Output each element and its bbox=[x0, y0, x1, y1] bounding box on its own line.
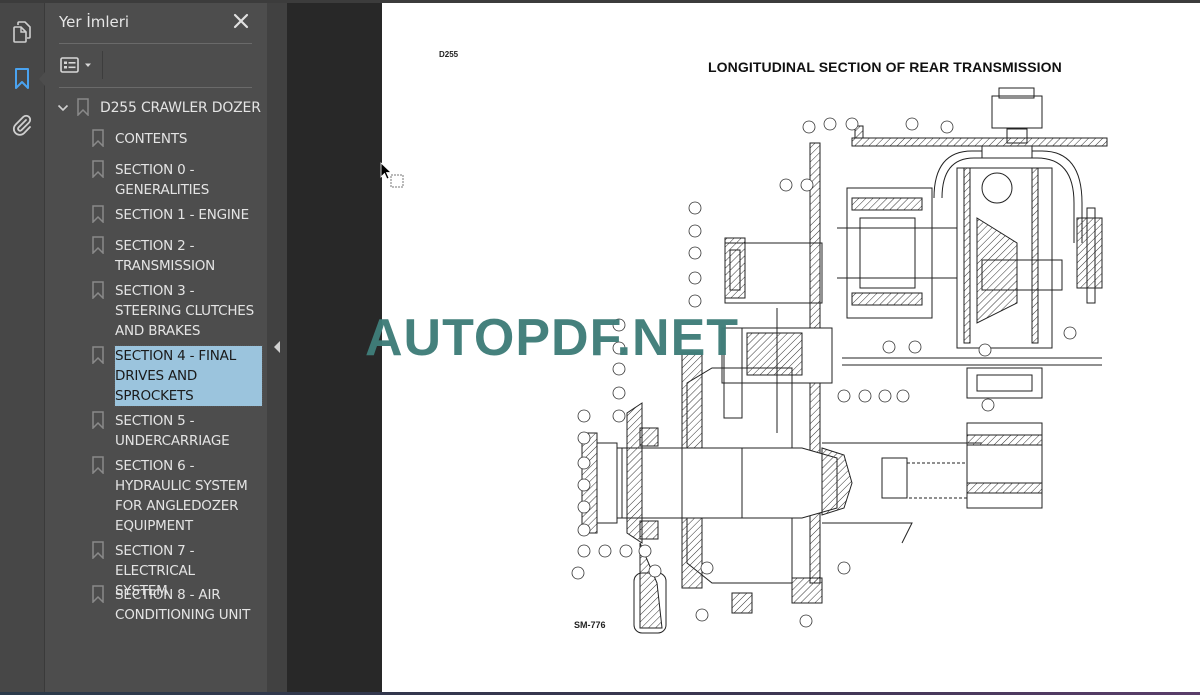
bookmark-label: D255 CRAWLER DOZER bbox=[100, 100, 261, 116]
bookmark-item-section-1[interactable]: SECTION 1 - ENGINE bbox=[91, 205, 263, 225]
panel-title: Yer İmleri bbox=[59, 13, 130, 31]
bookmark-label: SECTION 5 - UNDERCARRIAGE bbox=[115, 413, 230, 449]
bookmark-icon bbox=[92, 585, 104, 603]
figure-id: SM-776 bbox=[574, 620, 606, 630]
bookmark-icon bbox=[92, 236, 104, 254]
bookmark-label: SECTION 6 - HYDRAULIC SYSTEM FOR ANGLEDO… bbox=[115, 458, 248, 534]
bookmark-label: SECTION 8 - AIR CONDITIONING UNIT bbox=[115, 587, 251, 623]
close-icon bbox=[233, 13, 249, 29]
attachments-button[interactable] bbox=[8, 111, 36, 139]
bookmark-item-section-2[interactable]: SECTION 2 - TRANSMISSION bbox=[91, 236, 215, 276]
bookmark-item-contents[interactable]: CONTENTS bbox=[91, 129, 263, 149]
panel-divider bbox=[59, 87, 252, 88]
chevron-down-icon bbox=[85, 63, 91, 67]
bookmark-label: SECTION 1 - ENGINE bbox=[115, 207, 249, 223]
bookmark-icon bbox=[92, 160, 104, 178]
bookmark-root[interactable]: D255 CRAWLER DOZER bbox=[56, 98, 261, 118]
pages-icon bbox=[13, 21, 31, 43]
toolbar-separator bbox=[102, 51, 103, 79]
bookmark-label: SECTION 0 - GENERALITIES bbox=[115, 162, 210, 198]
page-thumbnails-button[interactable] bbox=[8, 18, 36, 46]
collapse-panel-arrow-icon[interactable] bbox=[274, 341, 280, 353]
mouse-pointer-icon bbox=[380, 162, 393, 180]
bookmark-item-section-8[interactable]: SECTION 8 - AIR CONDITIONING UNIT bbox=[91, 585, 263, 625]
panel-splitter[interactable] bbox=[267, 3, 287, 692]
bookmark-item-section-5[interactable]: SECTION 5 - UNDERCARRIAGE bbox=[91, 411, 230, 451]
chevron-down-icon[interactable] bbox=[56, 101, 70, 115]
paperclip-icon bbox=[13, 114, 32, 136]
panel-divider bbox=[59, 43, 252, 44]
bookmark-icon bbox=[92, 456, 104, 474]
bookmark-label: SECTION 3 - STEERING CLUTCHES AND BRAKES bbox=[115, 283, 254, 339]
watermark-text: AUTOPDF.NET bbox=[365, 309, 740, 367]
bookmark-icon bbox=[15, 68, 29, 89]
close-panel-button[interactable] bbox=[231, 11, 251, 31]
navigation-tool-rail bbox=[0, 3, 45, 692]
list-options-icon bbox=[60, 57, 79, 73]
bookmark-icon bbox=[77, 98, 89, 116]
bookmark-item-section-0[interactable]: SECTION 0 - GENERALITIES bbox=[91, 160, 209, 200]
bookmark-item-section-4[interactable]: SECTION 4 - FINAL DRIVES AND SPROCKETS bbox=[91, 345, 263, 407]
bookmark-icon bbox=[92, 411, 104, 429]
bookmark-label: CONTENTS bbox=[115, 131, 188, 147]
bookmark-icon bbox=[92, 541, 104, 559]
bookmark-item-section-6[interactable]: SECTION 6 - HYDRAULIC SYSTEM FOR ANGLEDO… bbox=[91, 456, 251, 536]
bookmark-icon bbox=[92, 129, 104, 147]
bookmark-icon bbox=[92, 205, 104, 223]
bookmark-options-button[interactable] bbox=[59, 53, 99, 77]
bookmark-icon bbox=[92, 346, 104, 364]
bookmarks-button[interactable] bbox=[8, 65, 36, 93]
bookmarks-panel: Yer İmleri D255 CRAWLER DOZER CONTENTS S… bbox=[45, 3, 267, 692]
bookmark-item-section-3[interactable]: SECTION 3 - STEERING CLUTCHES AND BRAKES bbox=[91, 281, 263, 341]
bookmark-icon bbox=[92, 281, 104, 299]
bookmark-label: SECTION 2 - TRANSMISSION bbox=[115, 238, 216, 274]
bookmark-label: SECTION 4 - FINAL DRIVES AND SPROCKETS bbox=[114, 345, 263, 407]
